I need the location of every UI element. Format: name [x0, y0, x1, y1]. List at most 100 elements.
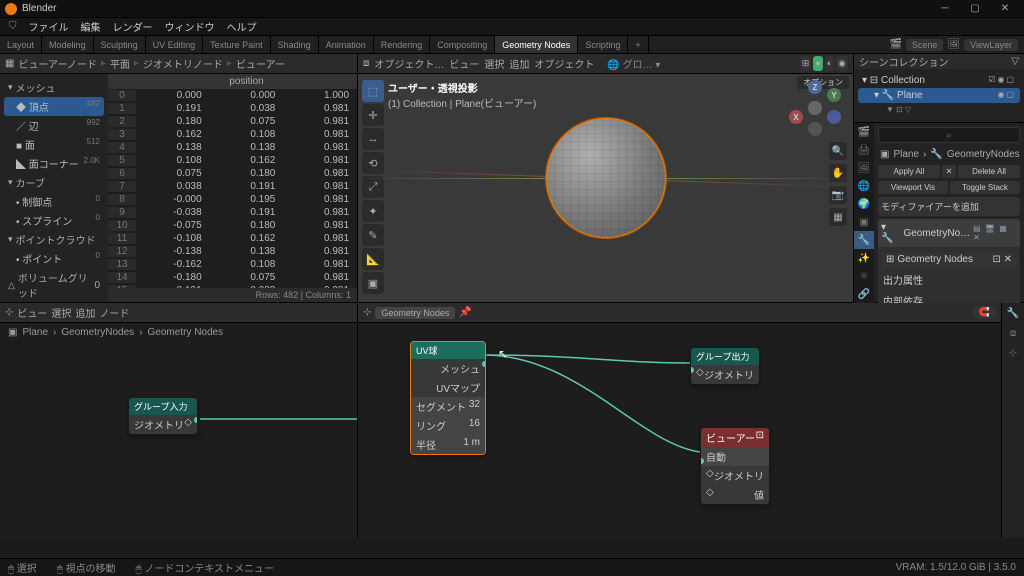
workspace-tab[interactable]: UV Editing [146, 36, 204, 53]
global-icon[interactable]: 🌐 グロ… ▾ [607, 56, 660, 71]
vp-menu-add[interactable]: 追加 [509, 56, 529, 71]
tab-particles[interactable]: ✨ [854, 249, 874, 267]
toggle-stack-button[interactable]: Toggle Stack [950, 181, 1020, 194]
apply-close-button[interactable]: ✕ [942, 165, 956, 178]
node-group-output[interactable]: グループ出力 ◇ジオメトリ [690, 347, 760, 385]
tab-render[interactable]: 🎬 [854, 123, 874, 141]
property-search[interactable] [878, 127, 1020, 143]
nav-camera[interactable]: 📷 [829, 186, 847, 204]
sidebar-item[interactable]: ■ 面512 [4, 135, 104, 154]
table-row[interactable]: 20.1800.0750.981 [108, 115, 357, 128]
node-group-input[interactable]: グループ入力 ジオメトリ◇ [128, 397, 198, 435]
sidebar-item[interactable]: ◣ 面コーナー2.0K [4, 154, 104, 173]
table-row[interactable]: 40.1380.1380.981 [108, 141, 357, 154]
node-uv-sphere[interactable]: UV球 メッシュ UVマップ セグメント32 リング16 半径1 m [410, 341, 486, 455]
tool-measure[interactable]: 📐 [362, 248, 384, 270]
prop-breadcrumb-mod[interactable]: GeometryNodes [947, 149, 1020, 160]
mod-nodegroup-link[interactable]: ⊞ Geometry Nodes ⊡ ✕ [881, 252, 1017, 267]
outliner-plane-data[interactable]: ▼ ⊡ ▽ [858, 103, 1020, 116]
add-modifier-dropdown[interactable]: モディファイアーを追加 [878, 197, 1020, 216]
table-row[interactable]: 70.0380.1910.981 [108, 180, 357, 193]
tab-object[interactable]: ▣ [854, 213, 874, 231]
vp-menu-view[interactable]: ビュー [449, 56, 479, 71]
vp-menu-object[interactable]: オブジェクト [534, 56, 594, 71]
sp-path-3[interactable]: ビューアー [236, 56, 285, 71]
tab-node[interactable]: ⊹ [1002, 343, 1024, 363]
nav-gizmo[interactable]: Y X Z [787, 80, 843, 136]
outliner-plane[interactable]: ▾ 🔧 Plane ◉▢ [858, 88, 1020, 103]
ne-crumb-0[interactable]: Plane [22, 327, 48, 338]
minimize-button[interactable]: ─ [931, 2, 959, 16]
sb-mesh[interactable]: ▾ メッシュ [4, 78, 104, 97]
tool-select[interactable]: ⬚ [362, 80, 384, 102]
maximize-button[interactable]: ▢ [961, 2, 989, 16]
shading-wireframe[interactable]: ⊞ [800, 56, 812, 71]
ne-menu-node[interactable]: ノード [99, 305, 129, 320]
ne-menu-select[interactable]: 選択 [51, 305, 71, 320]
shading-solid[interactable]: ● [813, 56, 822, 71]
ne-menu-view[interactable]: ビュー [17, 305, 47, 320]
menu-help[interactable]: ヘルプ [221, 19, 263, 34]
apply-all-button[interactable]: Apply All [878, 165, 940, 178]
blender-menu-icon[interactable]: ⛉ [3, 21, 23, 32]
ne-crumb-2[interactable]: Geometry Nodes [148, 327, 224, 338]
sb-curve[interactable]: ▾ カーブ [4, 173, 104, 192]
workspace-tab[interactable]: Layout [0, 36, 42, 53]
menu-file[interactable]: ファイル [23, 19, 75, 34]
modifier-header[interactable]: ▾ 🔧GeometryNo… ▤ 🖥 ▦ ✕ [878, 219, 1020, 247]
table-row[interactable]: 00.0000.0001.000 [108, 89, 357, 102]
table-row[interactable]: 13-0.1620.1080.981 [108, 258, 357, 271]
nav-persp[interactable]: ▦ [829, 208, 847, 226]
tab-physics[interactable]: ⚛ [854, 267, 874, 285]
tool-cursor[interactable]: ✛ [362, 104, 384, 126]
uv-sphere-object[interactable] [546, 118, 666, 238]
editor-type-icon[interactable]: ▦ [5, 58, 14, 69]
workspace-tab[interactable]: Sculpting [94, 36, 146, 53]
table-row[interactable]: 10-0.0750.1800.981 [108, 219, 357, 232]
table-row[interactable]: 60.0750.1800.981 [108, 167, 357, 180]
tool-scale[interactable]: ⤢ [362, 176, 384, 198]
menu-render[interactable]: レンダー [107, 19, 159, 34]
workspace-tab[interactable]: Compositing [430, 36, 495, 53]
tab-output[interactable]: 🖨 [854, 141, 874, 159]
sidebar-item[interactable]: ／ 辺992 [4, 116, 104, 135]
ne-menu-add[interactable]: 追加 [75, 305, 95, 320]
table-row[interactable]: 50.1080.1620.981 [108, 154, 357, 167]
tab-modifier[interactable]: 🔧 [854, 231, 874, 249]
nav-zoom[interactable]: 🔍 [829, 142, 847, 160]
sidebar-item[interactable]: ◆ 頂点482 [4, 97, 104, 116]
close-button[interactable]: ✕ [991, 2, 1019, 16]
viewport-vis-button[interactable]: Viewport Vis [878, 181, 948, 194]
workspace-tab[interactable]: Geometry Nodes [495, 36, 578, 53]
table-row[interactable]: 8-0.0000.1950.981 [108, 193, 357, 206]
nodegroup-tab[interactable]: Geometry Nodes [375, 307, 455, 319]
tab-view[interactable]: ⧈ [1002, 323, 1024, 343]
editor-type-icon[interactable]: ⊹ [363, 307, 371, 318]
prop-breadcrumb-obj[interactable]: Plane [893, 149, 919, 160]
tool-add-cube[interactable]: ▣ [362, 272, 384, 294]
delete-all-button[interactable]: Delete All [958, 165, 1020, 178]
workspace-tab[interactable]: Modeling [42, 36, 94, 53]
shading-material[interactable]: ◐ [825, 56, 834, 71]
tool-move[interactable]: ↔ [362, 128, 384, 150]
col-header[interactable]: position [136, 76, 357, 87]
table-row[interactable]: 10.1910.0380.981 [108, 102, 357, 115]
sidebar-item[interactable]: • スプライン0 [4, 211, 104, 230]
node-canvas-right[interactable]: ↖ UV球 メッシュ UVマップ セグメント32 リング16 半径1 m グルー… [358, 323, 1001, 538]
table-row[interactable]: 9-0.0380.1910.981 [108, 206, 357, 219]
snap-button[interactable]: 🧲 [973, 306, 996, 319]
table-row[interactable]: 11-0.1080.1620.981 [108, 232, 357, 245]
sb-pointcloud[interactable]: ▾ ポイントクラウド [4, 230, 104, 249]
workspace-tab[interactable]: Shading [271, 36, 319, 53]
shading-rendered[interactable]: ◉ [836, 56, 848, 71]
tab-world[interactable]: 🌍 [854, 195, 874, 213]
workspace-tab[interactable]: Animation [319, 36, 374, 53]
tool-annotate[interactable]: ✎ [362, 224, 384, 246]
workspace-add[interactable]: + [628, 36, 648, 53]
tool-transform[interactable]: ✦ [362, 200, 384, 222]
tab-scene[interactable]: 🌐 [854, 177, 874, 195]
table-row[interactable]: 30.1620.1080.981 [108, 128, 357, 141]
menu-edit[interactable]: 編集 [75, 19, 107, 34]
menu-window[interactable]: ウィンドウ [159, 19, 221, 34]
nav-move[interactable]: ✋ [829, 164, 847, 182]
